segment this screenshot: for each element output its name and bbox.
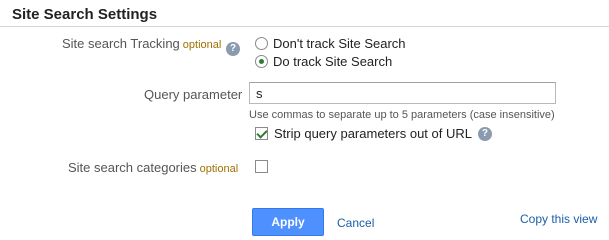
copy-this-view-link[interactable]: Copy this view — [520, 212, 597, 226]
strip-query-parameters-row[interactable]: Strip query parameters out of URL ? — [255, 126, 492, 141]
categories-label-group: Site search categories optional — [68, 160, 238, 175]
tracking-label: Site search Tracking — [62, 36, 180, 51]
help-icon[interactable]: ? — [226, 42, 240, 56]
radio-dont-track-label: Don't track Site Search — [273, 36, 406, 51]
categories-checkbox-row[interactable] — [255, 160, 268, 173]
strip-query-parameters-label: Strip query parameters out of URL — [274, 126, 472, 141]
query-parameter-input[interactable] — [249, 82, 556, 104]
section-title: Site Search Settings — [12, 6, 158, 23]
site-search-categories-checkbox[interactable] — [255, 160, 268, 173]
radio-button-unchecked[interactable] — [255, 37, 268, 50]
help-icon[interactable]: ? — [477, 126, 492, 141]
section-divider — [0, 26, 609, 27]
query-parameter-hint: Use commas to separate up to 5 parameter… — [249, 109, 555, 121]
radio-do-track[interactable]: Do track Site Search — [255, 54, 392, 69]
tracking-optional-label: optional — [182, 39, 222, 51]
cancel-link[interactable]: Cancel — [337, 216, 374, 230]
tracking-help-wrap[interactable]: ? — [226, 37, 240, 56]
categories-optional-label: optional — [199, 163, 239, 175]
apply-button[interactable]: Apply — [252, 208, 324, 236]
strip-query-parameters-checkbox[interactable] — [255, 127, 268, 140]
radio-dont-track[interactable]: Don't track Site Search — [255, 36, 406, 51]
radio-do-track-label: Do track Site Search — [273, 54, 393, 69]
query-parameter-label: Query parameter — [144, 87, 243, 102]
categories-label: Site search categories — [68, 160, 197, 175]
radio-button-checked[interactable] — [255, 55, 268, 68]
tracking-label-group: Site search Tracking optional — [62, 36, 221, 51]
